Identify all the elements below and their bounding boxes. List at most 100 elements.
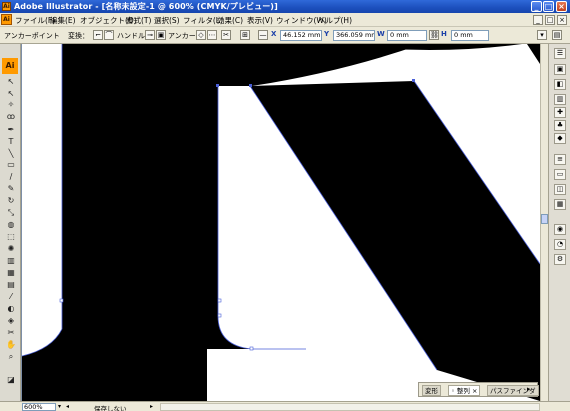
document-menu-icon[interactable]: Ai <box>1 14 12 25</box>
live-paint-tool[interactable]: ◈ <box>5 315 17 326</box>
height-field[interactable]: 0 mm <box>451 30 489 41</box>
swatches-icon[interactable]: ▥ <box>554 94 566 105</box>
control-bar: アンカーポイント 変換： ⌐ ⌒ ハンドル： ⊸ ▣ アンカー： ◇ ⋯ ✂ ⊞… <box>0 27 570 44</box>
rotate-tool[interactable]: ↻ <box>5 195 17 206</box>
connect-anchor-icon[interactable]: ⋯ <box>207 30 217 40</box>
anchor-point <box>216 84 219 87</box>
zoom-tool[interactable]: ⌕ <box>5 351 17 362</box>
convert-label: 変換： <box>68 32 89 40</box>
graphic-styles-icon[interactable]: ◆ <box>554 133 566 144</box>
zoom-dropdown-icon[interactable]: ▾ <box>58 403 61 410</box>
tab-align[interactable]: ◦ 整列 × <box>448 385 481 396</box>
stroke-icon[interactable]: ≡ <box>554 154 566 165</box>
type-tool[interactable]: T <box>5 136 17 147</box>
gradient-icon[interactable]: ▭ <box>554 169 566 180</box>
anchor-point <box>249 346 254 351</box>
workspace-icon[interactable]: ▤ <box>552 30 562 40</box>
color-guide-icon[interactable]: ◧ <box>554 79 566 90</box>
blend-tool[interactable]: ◐ <box>5 303 17 314</box>
pencil-tool[interactable]: ✎ <box>5 183 17 194</box>
illustrator-app-icon: Ai <box>2 2 11 11</box>
warp-tool[interactable]: ◍ <box>5 219 17 230</box>
line-tool[interactable]: ╲ <box>5 148 17 159</box>
panel-collapse-icon[interactable]: ☰ <box>554 48 566 59</box>
menu-bar: Ai ファイル(F) 編集(E) オブジェクト(O) 書式(T) 選択(S) フ… <box>0 13 570 27</box>
transform-align-panel: 変形 ◦ 整列 × パスファインダ ▸ <box>418 382 539 397</box>
doc-maximize-button[interactable]: □ <box>545 15 555 25</box>
menu-help[interactable]: ヘルプ(H) <box>318 15 352 26</box>
color-panel-icon[interactable]: ▣ <box>554 64 566 75</box>
selection-tool[interactable]: ↖ <box>5 76 17 87</box>
paintbrush-tool[interactable]: ∕ <box>5 171 17 182</box>
anchor-point <box>217 313 222 318</box>
direct-selection-tool[interactable]: ↖ <box>5 88 17 99</box>
artboard-canvas[interactable] <box>22 44 540 401</box>
graph-tool[interactable]: ▥ <box>5 255 17 266</box>
transparency-icon[interactable]: ◫ <box>554 184 566 195</box>
info-icon[interactable]: ⚙ <box>554 254 566 265</box>
close-button[interactable]: × <box>556 1 567 12</box>
cut-path-icon[interactable]: ✂ <box>221 30 231 40</box>
convert-corner-icon[interactable]: ⌐ <box>93 30 103 40</box>
minimize-button[interactable]: _ <box>531 1 542 12</box>
scissors-tool[interactable]: ✂ <box>5 327 17 338</box>
eyedropper-tool[interactable]: ⁄ <box>5 291 17 302</box>
appearance-icon[interactable]: ▦ <box>554 199 566 210</box>
doc-close-button[interactable]: × <box>557 15 567 25</box>
vertical-scroll-thumb[interactable] <box>541 214 548 224</box>
y-position-field[interactable]: 366.059 mm <box>333 30 375 41</box>
menu-edit[interactable]: 編集(E) <box>50 15 76 26</box>
reference-point-icon[interactable]: ⊞ <box>240 30 250 40</box>
stroke-style-icon[interactable]: — <box>258 30 268 40</box>
panel-menu-icon[interactable]: ▸ <box>527 385 531 393</box>
menu-select[interactable]: 選択(S) <box>154 15 180 26</box>
artboard-nav-icon[interactable]: ◂ <box>66 403 69 410</box>
symbols-icon[interactable]: ✚ <box>554 107 566 118</box>
w-label: W <box>377 30 385 38</box>
hide-handles-icon[interactable]: ▣ <box>156 30 166 40</box>
doc-minimize-button[interactable]: _ <box>533 15 543 25</box>
fill-stroke-swatch[interactable]: ◪ <box>5 374 17 385</box>
x-position-field[interactable]: 46.152 mm <box>280 30 322 41</box>
control-panel-menu-icon[interactable]: ▾ <box>537 30 547 40</box>
brushes-icon[interactable]: ♣ <box>554 120 566 131</box>
menu-effect[interactable]: 効果(C) <box>217 15 243 26</box>
free-transform-tool[interactable]: ⬚ <box>5 231 17 242</box>
horizontal-scrollbar[interactable] <box>160 403 540 411</box>
h-label: H <box>441 30 447 38</box>
tab-align-label: 整列 <box>456 387 470 395</box>
anchor-point <box>412 79 415 82</box>
remove-anchor-icon[interactable]: ◇ <box>196 30 206 40</box>
mesh-tool[interactable]: ▦ <box>5 267 17 278</box>
save-status-text: 保存しない <box>94 405 127 411</box>
window-titlebar: Ai Adobe Illustrator - [名称未設定-1 @ 600% (… <box>0 0 570 13</box>
pen-tool[interactable]: ✒ <box>5 124 17 135</box>
vertical-scrollbar[interactable] <box>540 44 548 401</box>
convert-smooth-icon[interactable]: ⌒ <box>104 30 114 40</box>
window-title: Adobe Illustrator - [名称未設定-1 @ 600% (CMY… <box>14 2 278 11</box>
menu-type[interactable]: 書式(T) <box>126 15 151 26</box>
zoom-level-field[interactable]: 600% <box>22 403 56 411</box>
tools-panel: Ai ↖ ↖ ✧ ꝏ ✒ T ╲ ▭ ∕ ✎ ↻ ⤡ ◍ ⬚ ✺ ▥ ▦ ▤ ⁄ ◐ ◈ ✂ ✋ ⌕ ◪ <box>0 44 21 401</box>
lasso-tool[interactable]: ꝏ <box>5 111 17 122</box>
gradient-tool[interactable]: ▤ <box>5 279 17 290</box>
layers-icon[interactable]: ◉ <box>554 224 566 235</box>
navigator-icon[interactable]: ◔ <box>554 239 566 250</box>
selection-type-label: アンカーポイント <box>4 32 60 40</box>
constrain-proportions-icon[interactable]: ⛓ <box>429 30 439 40</box>
tab-transform[interactable]: 変形 <box>422 385 441 396</box>
x-label: X <box>271 30 277 38</box>
show-handles-icon[interactable]: ⊸ <box>145 30 155 40</box>
hand-tool[interactable]: ✋ <box>5 339 17 350</box>
status-bar: 600% ▾ ◂ 保存しない ▸ <box>0 401 570 411</box>
magic-wand-tool[interactable]: ✧ <box>5 99 17 110</box>
scale-tool[interactable]: ⤡ <box>5 207 17 218</box>
rectangle-tool[interactable]: ▭ <box>5 159 17 170</box>
symbol-sprayer-tool[interactable]: ✺ <box>5 243 17 254</box>
menu-view[interactable]: 表示(V) <box>247 15 273 26</box>
maximize-button[interactable]: □ <box>543 1 554 12</box>
anchor-point <box>249 84 252 87</box>
anchor-point <box>217 298 222 303</box>
width-field[interactable]: 0 mm <box>387 30 427 41</box>
status-menu-icon[interactable]: ▸ <box>150 403 153 410</box>
